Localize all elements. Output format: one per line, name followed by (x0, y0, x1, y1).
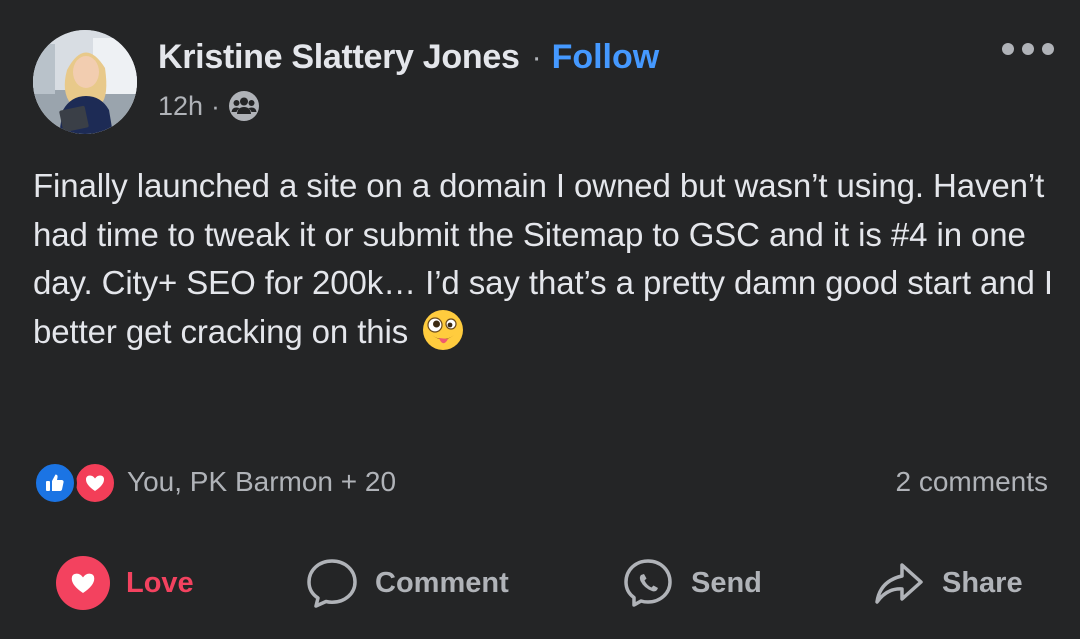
more-dot (1042, 43, 1054, 55)
love-reaction-icon (73, 461, 117, 505)
post-actions: Love Comment Send Share (0, 548, 1080, 618)
avatar-photo (33, 30, 137, 134)
share-button[interactable]: Share (872, 548, 1023, 618)
more-options-icon[interactable] (1002, 34, 1054, 64)
like-reaction-icon (33, 461, 77, 505)
send-button[interactable]: Send (621, 548, 762, 618)
post-body: Finally launched a site on a domain I ow… (33, 162, 1053, 356)
post-meta: 12h · (158, 90, 260, 122)
reaction-names[interactable]: You, PK Barmon + 20 (127, 466, 396, 498)
zany-face-emoji (423, 309, 464, 350)
separator-dot: · (531, 40, 542, 74)
post-body-text: Finally launched a site on a domain I ow… (33, 167, 1053, 350)
more-dot (1022, 43, 1034, 55)
share-label: Share (942, 566, 1023, 599)
meta-separator: · (211, 90, 220, 121)
share-arrow-icon (875, 563, 923, 604)
author-name[interactable]: Kristine Slattery Jones (158, 38, 520, 77)
send-label: Send (691, 566, 762, 599)
comment-button[interactable]: Comment (305, 548, 509, 618)
more-dot (1002, 43, 1014, 55)
friends-group-icon[interactable] (228, 90, 260, 122)
comments-count[interactable]: 2 comments (896, 466, 1049, 498)
reactions-summary[interactable]: You, PK Barmon + 20 2 comments (33, 456, 1048, 506)
love-label: Love (126, 566, 194, 599)
follow-button[interactable]: Follow (552, 38, 660, 77)
author-avatar[interactable] (33, 30, 137, 134)
reaction-icons (33, 461, 119, 505)
author-line: Kristine Slattery Jones · Follow (158, 38, 659, 77)
post-time[interactable]: 12h (158, 91, 203, 122)
post-header: Kristine Slattery Jones · Follow 12h · (0, 0, 1080, 150)
love-button[interactable]: Love (56, 548, 194, 618)
messenger-icon (624, 559, 672, 607)
love-reaction-icon (56, 556, 110, 610)
comment-label: Comment (375, 566, 509, 599)
comment-bubble-icon (307, 559, 357, 608)
